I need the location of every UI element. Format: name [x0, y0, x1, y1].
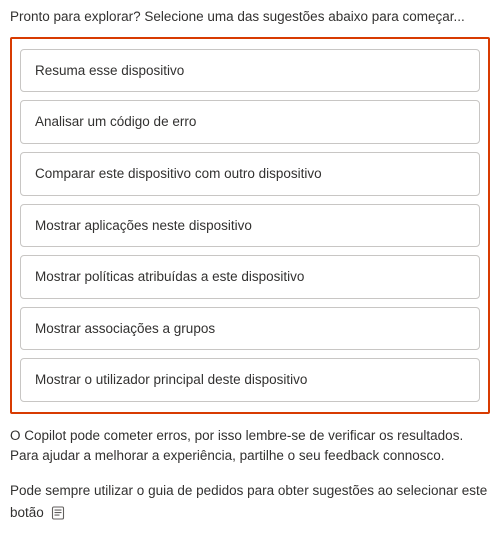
- suggestion-show-group-associations[interactable]: Mostrar associações a grupos: [20, 307, 480, 351]
- intro-text: Pronto para explorar? Selecione uma das …: [10, 8, 490, 27]
- suggestions-container: Resuma esse dispositivo Analisar um códi…: [10, 37, 490, 414]
- guide-text: Pode sempre utilizar o guia de pedidos p…: [10, 480, 490, 523]
- suggestion-summarize-device[interactable]: Resuma esse dispositivo: [20, 49, 480, 93]
- suggestion-compare-device[interactable]: Comparar este dispositivo com outro disp…: [20, 152, 480, 196]
- suggestion-show-primary-user[interactable]: Mostrar o utilizador principal deste dis…: [20, 358, 480, 402]
- guide-text-before: Pode sempre utilizar o guia de pedidos p…: [10, 483, 487, 520]
- prompt-guide-icon: [50, 505, 66, 521]
- suggestion-show-policies[interactable]: Mostrar políticas atribuídas a este disp…: [20, 255, 480, 299]
- suggestion-show-apps[interactable]: Mostrar aplicações neste dispositivo: [20, 204, 480, 248]
- suggestion-analyze-error-code[interactable]: Analisar um código de erro: [20, 100, 480, 144]
- disclaimer-text: O Copilot pode cometer erros, por isso l…: [10, 426, 490, 467]
